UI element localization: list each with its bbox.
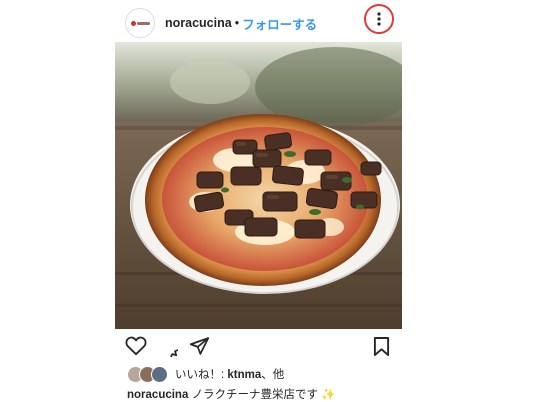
avatar-logo-mark	[131, 21, 136, 26]
more-options-button[interactable]	[364, 4, 394, 34]
caption-username[interactable]: noracucina	[127, 389, 188, 401]
likes-row: いいね！: ktnma、他	[127, 365, 284, 383]
likes-suffix: 、他	[261, 369, 285, 381]
header-separator: •	[234, 16, 240, 30]
action-bar	[115, 336, 405, 360]
liker-username[interactable]: ktnma	[227, 369, 261, 381]
share-icon[interactable]	[189, 336, 210, 356]
post-username[interactable]: noracucina	[165, 16, 232, 30]
caption-text: ノラクチーナ豊栄店です	[191, 389, 319, 401]
follow-button[interactable]: フォローする	[242, 14, 317, 33]
sparkles-icon: ✨	[321, 389, 336, 401]
likes-text: いいね！: ktnma、他	[175, 366, 284, 382]
bookmark-icon[interactable]	[373, 336, 390, 357]
post-image[interactable]	[115, 42, 402, 329]
liker-avatar[interactable]	[151, 365, 168, 383]
heart-icon[interactable]	[125, 336, 147, 356]
avatar-logo-text	[137, 22, 150, 25]
more-vertical-icon	[377, 12, 381, 26]
pizza-photo	[115, 42, 402, 329]
likes-prefix: いいね！:	[175, 369, 225, 381]
comment-icon[interactable]	[157, 336, 178, 357]
post-header: noracucina • フォローする	[115, 6, 405, 40]
avatar[interactable]	[125, 8, 155, 38]
